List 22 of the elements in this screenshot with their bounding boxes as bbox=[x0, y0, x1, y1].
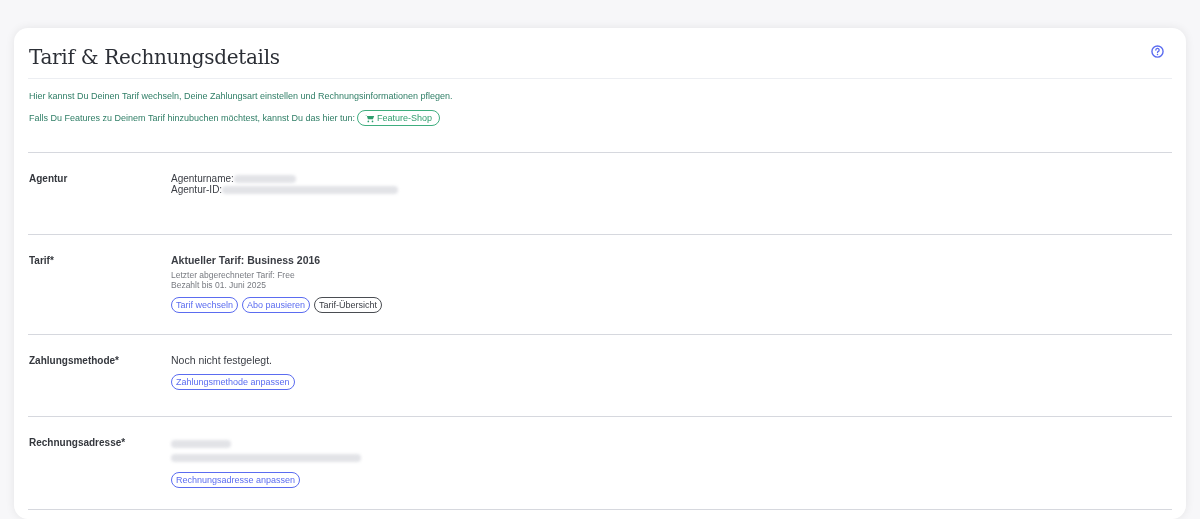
value-text: Noch nicht festgelegt. bbox=[171, 355, 273, 366]
section-label: Agentur bbox=[29, 173, 69, 186]
action-button[interactable]: Zahlungsmethode anpassen bbox=[171, 374, 295, 390]
field-label: Agenturname: bbox=[171, 173, 234, 184]
page-title: Tarif & Rechnungsdetails bbox=[29, 45, 280, 69]
field-label: Agentur-ID: bbox=[171, 184, 223, 195]
intro-text: Falls Du Features zu Deinem Tarif hinzubuchen möchtest, kannst Du das hier tun: bbox=[29, 113, 355, 123]
section-label: Rechnungsadresse* bbox=[29, 437, 127, 450]
action-button[interactable]: Rechnungsadresse anpassen bbox=[171, 472, 301, 488]
plan-heading: Aktueller Tarif: Business 2016 bbox=[171, 255, 322, 266]
plan-note: Letzter abgerechneter Tarif: Free bbox=[171, 270, 296, 280]
action-button[interactable]: Tarif wechseln bbox=[171, 297, 239, 313]
feature-shop-button[interactable]: Feature-Shop bbox=[357, 110, 441, 126]
action-button[interactable]: Tarif-Übersicht bbox=[314, 297, 383, 313]
section-label: Tarif* bbox=[29, 255, 55, 268]
plan-note: Bezahlt bis 01. Juni 2025 bbox=[171, 280, 267, 290]
intro-text: Hier kannst Du Deinen Tarif wechseln, Deine Zahlungsart einstellen und Rechnungsinformationen pflegen. bbox=[29, 91, 453, 101]
action-button[interactable]: Abo pausieren bbox=[242, 297, 311, 313]
blurred-text bbox=[171, 440, 231, 448]
section-label: Zahlungsmethode* bbox=[29, 355, 120, 368]
cart-icon bbox=[365, 113, 375, 123]
help-icon[interactable] bbox=[1151, 45, 1164, 58]
